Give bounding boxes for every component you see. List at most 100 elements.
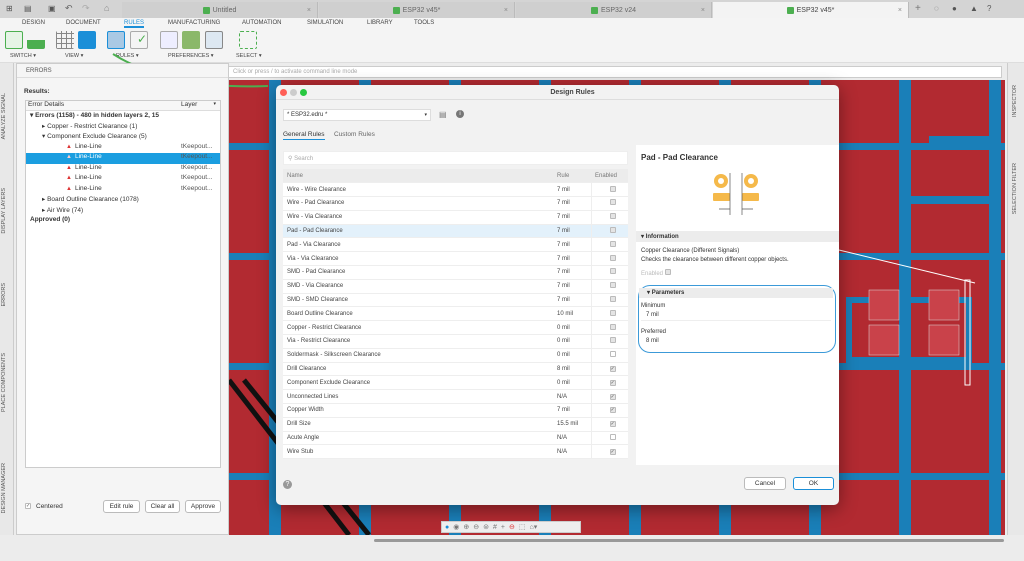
rules-settings-icon[interactable] bbox=[160, 31, 178, 49]
col-name[interactable]: Name bbox=[283, 169, 553, 184]
rule-row[interactable]: Wire - Via Clearance 7 mil bbox=[283, 210, 628, 225]
tree-item[interactable]: ▲ Line-Line tKeepout... bbox=[26, 185, 220, 196]
rule-row[interactable]: Copper Width 7 mil ✓ bbox=[283, 403, 628, 418]
ribbon-tab-rules[interactable]: RULES bbox=[124, 20, 145, 28]
clock-icon[interactable]: ● bbox=[952, 4, 957, 13]
tree-item[interactable]: ▲ Line-Line tKeepout... bbox=[26, 153, 220, 164]
ribbon-tab-tools[interactable]: TOOLS bbox=[414, 20, 434, 26]
edit-rule-button[interactable]: Edit rule bbox=[103, 500, 140, 513]
layer-settings-icon[interactable] bbox=[182, 31, 200, 49]
grid-icon[interactable] bbox=[56, 31, 74, 49]
grid-menu-icon[interactable]: ⊞ bbox=[6, 4, 13, 13]
rule-row[interactable]: Drill Clearance 8 mil ✓ bbox=[283, 362, 628, 377]
selection-filter-tab[interactable]: SELECTION FILTER bbox=[1012, 163, 1018, 214]
tree-item[interactable]: ▲ Line-Line tKeepout... bbox=[26, 174, 220, 185]
rule-row[interactable]: Via - Restrict Clearance 0 mil bbox=[283, 334, 628, 349]
rules-group-label[interactable]: RULES ▾ bbox=[116, 53, 139, 59]
parameters-section-header[interactable]: ▾ Parameters bbox=[639, 288, 833, 298]
new-tab-icon[interactable]: + bbox=[915, 3, 921, 14]
drc-icon[interactable] bbox=[107, 31, 125, 49]
preferences-group-label[interactable]: PREFERENCES ▾ bbox=[168, 53, 214, 59]
layers-view-icon[interactable] bbox=[78, 31, 96, 49]
rule-row[interactable]: Drill Size 15.5 mil ✓ bbox=[283, 417, 628, 432]
preferred-input[interactable]: 8 mil bbox=[641, 337, 831, 347]
close-window-button[interactable] bbox=[280, 89, 287, 96]
errors-tab[interactable]: ERRORS bbox=[1, 283, 7, 307]
ribbon-tab-library[interactable]: LIBRARY bbox=[367, 20, 393, 26]
enabled-checkbox[interactable]: ✓ bbox=[609, 448, 616, 455]
command-line-input[interactable]: Click or press / to activate command lin… bbox=[228, 66, 1002, 78]
approve-check-icon[interactable]: ✓ bbox=[130, 31, 148, 49]
rule-row[interactable]: Board Outline Clearance 10 mil bbox=[283, 306, 628, 322]
ribbon-tab-manufacturing[interactable]: MANUFACTURING bbox=[168, 20, 220, 26]
rule-row[interactable]: SMD - Via Clearance 7 mil bbox=[283, 279, 628, 294]
inspector-tab[interactable]: INSPECTOR bbox=[1012, 85, 1018, 117]
enabled-checkbox[interactable]: ✓ bbox=[609, 379, 616, 386]
enabled-checkbox[interactable]: ✓ bbox=[609, 407, 616, 414]
rule-row[interactable]: SMD - SMD Clearance 7 mil bbox=[283, 293, 628, 308]
tree-item[interactable]: ▾ Component Exclude Clearance (5) bbox=[26, 132, 220, 143]
tree-item[interactable]: ▲ Line-Line tKeepout... bbox=[26, 143, 220, 154]
tree-item[interactable]: ▸ Air Wire (74) bbox=[26, 206, 220, 217]
close-icon[interactable]: × bbox=[701, 7, 705, 14]
sync-icon[interactable]: ◌ bbox=[934, 4, 939, 13]
save-rules-icon[interactable]: ▤ bbox=[439, 110, 447, 119]
display-layers-tab[interactable]: DISPLAY LAYERS bbox=[1, 188, 7, 234]
minimum-input[interactable]: 7 mil bbox=[641, 311, 831, 321]
tree-item[interactable]: ▸ Copper - Restrict Clearance (1) bbox=[26, 122, 220, 133]
tab-esp32-v45-active[interactable]: ESP32 v45* × bbox=[713, 2, 909, 18]
switch-schematic-icon[interactable] bbox=[5, 31, 23, 49]
place-components-tab[interactable]: PLACE COMPONENTS bbox=[1, 353, 7, 412]
stop-icon[interactable]: ⊖ bbox=[509, 523, 515, 531]
enabled-checkbox[interactable]: ✓ bbox=[609, 393, 616, 400]
panel-settings-icon[interactable] bbox=[205, 31, 223, 49]
col-error-details[interactable]: Error Details bbox=[28, 101, 64, 108]
enabled-checkbox[interactable]: ✓ bbox=[609, 421, 616, 428]
rule-row[interactable]: Wire Stub N/A ✓ bbox=[283, 444, 628, 459]
bell-icon[interactable]: ▲ bbox=[970, 4, 978, 13]
rule-row[interactable]: Wire - Pad Clearance 7 mil bbox=[283, 196, 628, 211]
help-icon[interactable]: ? bbox=[283, 480, 292, 489]
horizontal-scrollbar[interactable] bbox=[374, 539, 1004, 542]
switch-group-label[interactable]: SWITCH ▾ bbox=[10, 53, 36, 59]
enabled-checkbox[interactable] bbox=[609, 434, 616, 441]
ribbon-tab-simulation[interactable]: SIMULATION bbox=[307, 20, 343, 26]
info-icon[interactable]: i bbox=[456, 110, 464, 118]
undo-icon[interactable]: ↶ bbox=[65, 3, 73, 14]
col-rule[interactable]: Rule bbox=[553, 169, 591, 184]
rule-row[interactable]: Wire - Wire Clearance 7 mil bbox=[283, 182, 628, 198]
route-options-icon[interactable]: ⌂▾ bbox=[529, 523, 537, 531]
help-icon[interactable]: ? bbox=[987, 4, 991, 13]
rule-row[interactable]: Copper - Restrict Clearance 0 mil bbox=[283, 320, 628, 336]
select-icon[interactable]: ⬚ bbox=[519, 523, 526, 531]
info-icon[interactable]: ● bbox=[445, 524, 449, 531]
analyze-signal-tab[interactable]: ANALYZE SIGNAL bbox=[1, 93, 7, 139]
save-icon[interactable]: ▣ bbox=[48, 4, 56, 13]
enabled-checkbox[interactable] bbox=[609, 351, 616, 358]
rule-row[interactable]: Pad - Via Clearance 7 mil bbox=[283, 237, 628, 253]
design-manager-tab[interactable]: DESIGN MANAGER bbox=[1, 463, 7, 513]
redo-icon[interactable]: ↷ bbox=[82, 3, 90, 14]
tab-esp32-v24[interactable]: ESP32 v24 × bbox=[516, 2, 712, 18]
close-icon[interactable]: × bbox=[898, 7, 902, 14]
tree-item[interactable]: ▲ Line-Line tKeepout... bbox=[26, 164, 220, 175]
clear-all-button[interactable]: Clear all bbox=[145, 500, 180, 513]
grid-icon[interactable]: # bbox=[493, 524, 497, 531]
tree-item[interactable]: Approved (0) bbox=[26, 216, 220, 227]
ribbon-tab-document[interactable]: DOCUMENT bbox=[66, 20, 101, 26]
cancel-button[interactable]: Cancel bbox=[744, 477, 786, 490]
select-group-label[interactable]: SELECT ▾ bbox=[236, 53, 262, 59]
rule-row[interactable]: Component Exclude Clearance 0 mil ✓ bbox=[283, 375, 628, 391]
home-icon[interactable]: ⌂ bbox=[104, 3, 109, 13]
rule-row[interactable]: Soldermask - Silkscreen Clearance 0 mil bbox=[283, 348, 628, 363]
ok-button[interactable]: OK bbox=[793, 477, 834, 490]
enabled-checkbox[interactable]: ✓ bbox=[609, 366, 616, 373]
tree-item[interactable]: ▸ Board Outline Clearance (1078) bbox=[26, 195, 220, 206]
rule-row[interactable]: SMD - Pad Clearance 7 mil bbox=[283, 265, 628, 280]
select-box-icon[interactable] bbox=[239, 31, 257, 49]
search-input[interactable]: ⚲ Search bbox=[283, 151, 628, 165]
ribbon-tab-automation[interactable]: AUTOMATION bbox=[242, 20, 281, 26]
rule-row[interactable]: Acute Angle N/A bbox=[283, 431, 628, 446]
zoom-out-icon[interactable]: ⊖ bbox=[473, 523, 479, 531]
maximize-window-button[interactable] bbox=[300, 89, 307, 96]
